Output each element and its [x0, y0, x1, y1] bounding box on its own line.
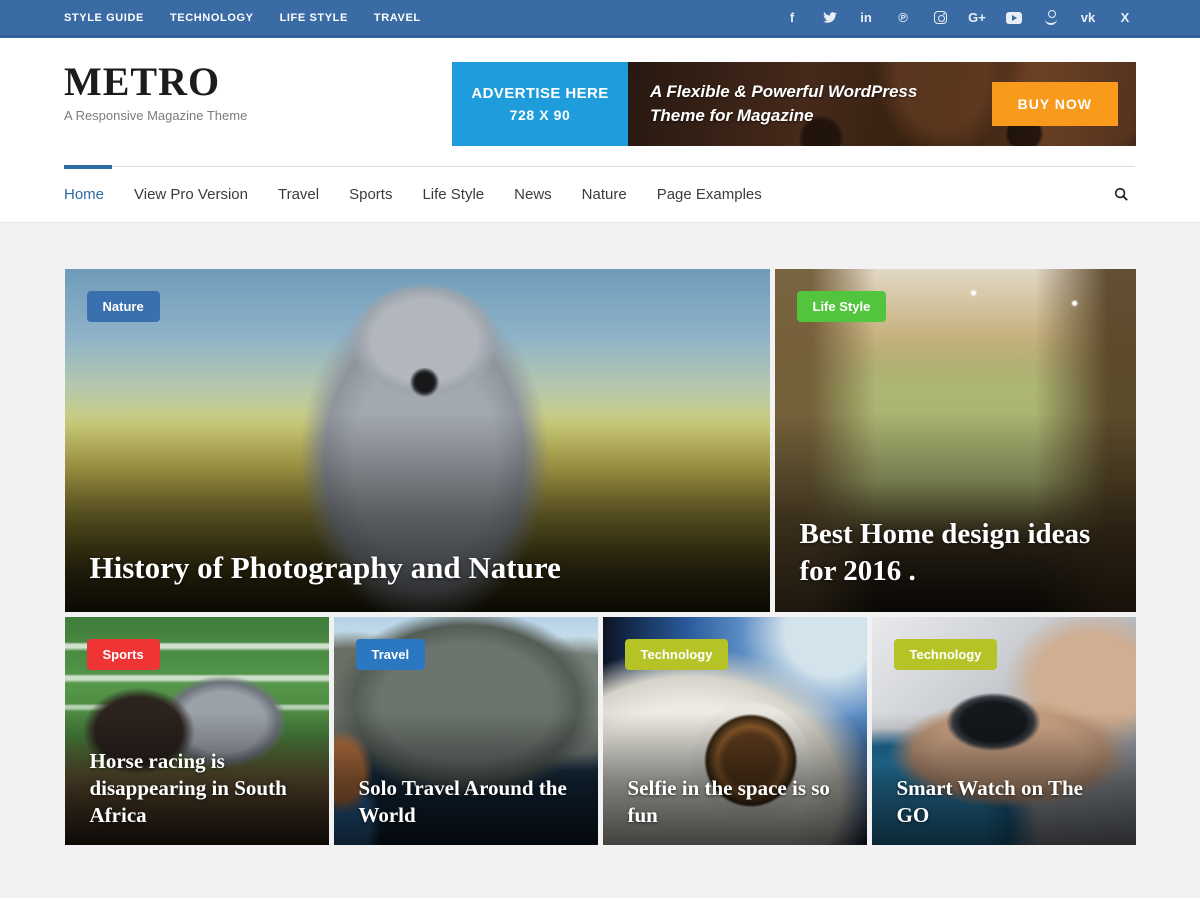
odnoklassniki-icon[interactable] [1040, 7, 1062, 29]
youtube-icon[interactable] [1003, 7, 1025, 29]
google-plus-icon[interactable]: G+ [966, 7, 988, 29]
topbar: STYLE GUIDE TECHNOLOGY LIFE STYLE TRAVEL… [0, 0, 1200, 38]
advertise-here-box[interactable]: ADVERTISE HERE 728 X 90 [452, 62, 628, 146]
site-tagline: A Responsive Magazine Theme [64, 108, 247, 123]
odnoklassniki-glyph [1045, 10, 1057, 26]
post-title[interactable]: History of Photography and Nature [65, 548, 770, 612]
post-card-smart-watch[interactable]: Technology Smart Watch on The GO [872, 617, 1136, 845]
linkedin-icon[interactable]: in [855, 7, 877, 29]
post-title[interactable]: Best Home design ideas for 2016 . [775, 516, 1136, 612]
nav-item-home[interactable]: Home [64, 168, 134, 221]
topbar-item-style-guide[interactable]: STYLE GUIDE [64, 12, 144, 24]
buy-now-button[interactable]: BUY NOW [992, 82, 1118, 126]
post-card-photography[interactable]: Nature History of Photography and Nature [65, 269, 770, 612]
topbar-item-travel[interactable]: TRAVEL [374, 12, 421, 24]
nav-item-life-style[interactable]: Life Style [422, 168, 514, 221]
ad-banner[interactable]: ADVERTISE HERE 728 X 90 A Flexible & Pow… [452, 62, 1136, 146]
nav-item-sports[interactable]: Sports [349, 168, 422, 221]
post-title[interactable]: Solo Travel Around the World [334, 775, 598, 845]
post-card-solo-travel[interactable]: Travel Solo Travel Around the World [334, 617, 598, 845]
topbar-item-technology[interactable]: TECHNOLOGY [170, 12, 254, 24]
nav-item-view-pro-version[interactable]: View Pro Version [134, 168, 278, 221]
youtube-glyph [1006, 12, 1022, 24]
category-badge-travel[interactable]: Travel [356, 639, 426, 670]
main-navigation: Home View Pro Version Travel Sports Life… [64, 166, 1135, 222]
instagram-glyph [934, 11, 947, 24]
nav-item-travel[interactable]: Travel [278, 168, 349, 221]
category-badge-technology[interactable]: Technology [894, 639, 998, 670]
ad-size-label: 728 X 90 [510, 107, 571, 123]
vk-icon[interactable]: vk [1077, 7, 1099, 29]
ad-creative[interactable]: A Flexible & Powerful WordPress Theme fo… [628, 62, 1136, 146]
post-title[interactable]: Horse racing is disappearing in South Af… [65, 748, 329, 845]
branding: METRO A Responsive Magazine Theme [64, 60, 247, 123]
xing-icon[interactable]: X [1114, 7, 1136, 29]
social-links: f in ℗ G+ vk X [781, 7, 1136, 29]
facebook-icon[interactable]: f [781, 7, 803, 29]
ad-message: A Flexible & Powerful WordPress Theme fo… [650, 80, 917, 128]
topbar-menu: STYLE GUIDE TECHNOLOGY LIFE STYLE TRAVEL [64, 12, 421, 24]
category-badge-technology[interactable]: Technology [625, 639, 729, 670]
nav-item-page-examples[interactable]: Page Examples [657, 168, 792, 221]
nav-item-news[interactable]: News [514, 168, 582, 221]
featured-posts-section: Nature History of Photography and Nature… [0, 223, 1200, 898]
site-logo[interactable]: METRO [64, 60, 247, 104]
post-title[interactable]: Smart Watch on The GO [872, 775, 1136, 845]
post-card-home-design[interactable]: Life Style Best Home design ideas for 20… [775, 269, 1136, 612]
site-header: METRO A Responsive Magazine Theme ADVERT… [0, 38, 1200, 166]
advertise-here-label: ADVERTISE HERE [471, 85, 608, 102]
twitter-icon[interactable] [818, 7, 840, 29]
nav-item-nature[interactable]: Nature [582, 168, 657, 221]
topbar-item-life-style[interactable]: LIFE STYLE [280, 12, 348, 24]
category-badge-sports[interactable]: Sports [87, 639, 160, 670]
post-card-horse-racing[interactable]: Sports Horse racing is disappearing in S… [65, 617, 329, 845]
post-title[interactable]: Selfie in the space is so fun [603, 775, 867, 845]
pinterest-icon[interactable]: ℗ [892, 7, 914, 29]
category-badge-life-style[interactable]: Life Style [797, 291, 887, 322]
post-card-space-selfie[interactable]: Technology Selfie in the space is so fun [603, 617, 867, 845]
instagram-icon[interactable] [929, 7, 951, 29]
search-icon[interactable] [1108, 181, 1135, 208]
category-badge-nature[interactable]: Nature [87, 291, 160, 322]
content-area-start [0, 898, 1200, 917]
main-navigation-bar: Home View Pro Version Travel Sports Life… [0, 166, 1200, 223]
